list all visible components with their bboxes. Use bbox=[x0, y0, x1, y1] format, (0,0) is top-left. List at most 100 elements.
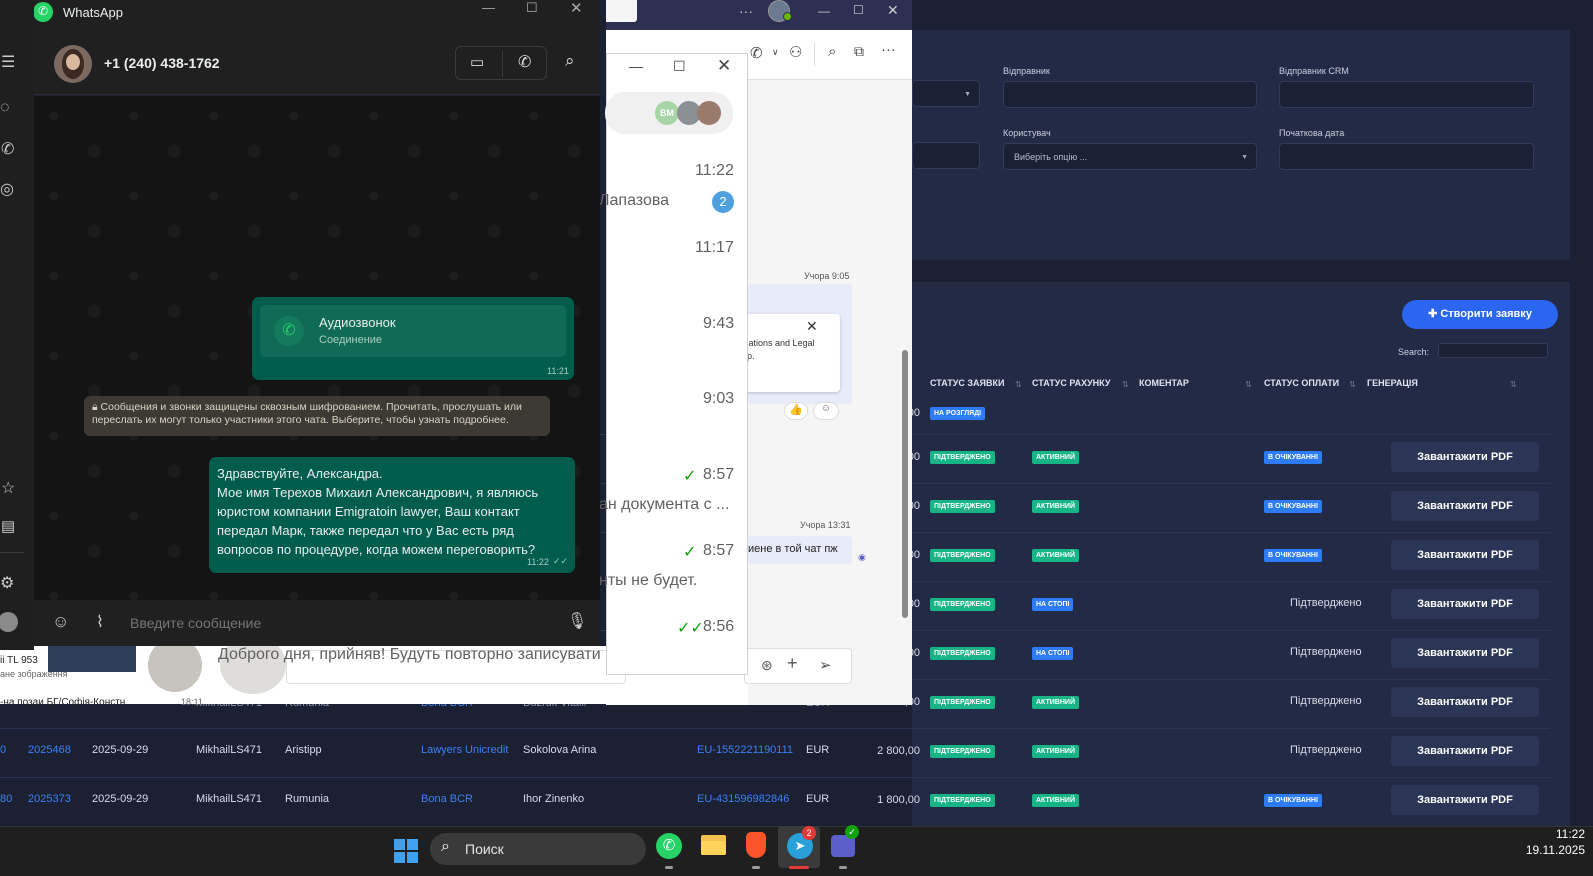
download-pdf-button[interactable]: Завантажити PDF bbox=[1391, 589, 1539, 619]
filter-user-select[interactable]: Виберіть опцію ... ▼ bbox=[1003, 143, 1257, 170]
col-header-payment-status[interactable]: СТАТУС ОПЛАТИ bbox=[1264, 378, 1339, 388]
status-badge: ПІДТВЕРДЖЕНО bbox=[930, 794, 995, 807]
close-icon[interactable]: ✕ bbox=[806, 318, 818, 335]
filter-select-partial[interactable]: ▼ bbox=[912, 80, 980, 107]
maximize-icon[interactable]: ☐ bbox=[673, 58, 686, 75]
maximize-icon[interactable]: ☐ bbox=[853, 3, 864, 17]
download-pdf-button[interactable]: Завантажити PDF bbox=[1391, 785, 1539, 815]
message-card[interactable]: ✕ lications and Legal hip. bbox=[740, 314, 840, 392]
filter-input-partial[interactable] bbox=[912, 142, 980, 169]
create-request-button[interactable]: ✚ Створити заявку bbox=[1402, 300, 1558, 329]
cell-iban[interactable]: EU-1552221190111 bbox=[697, 744, 793, 756]
group-avatar-pill[interactable]: BM bbox=[605, 92, 733, 134]
cell-iban[interactable]: EU-431596982846 bbox=[697, 793, 789, 805]
call-message-bubble[interactable]: ✆ Аудиозвонок Соединение 11:21 bbox=[252, 297, 574, 380]
avatar bbox=[697, 101, 721, 125]
check-icon: ✓ bbox=[683, 468, 697, 485]
call-card[interactable]: ✆ Аудиозвонок Соединение bbox=[260, 305, 566, 357]
cell-bank[interactable]: Lawyers Unicredit bbox=[421, 744, 508, 756]
status-icon[interactable]: ◎ bbox=[0, 179, 14, 199]
add-reaction-icon[interactable]: ☺ bbox=[813, 402, 839, 420]
add-people-icon[interactable]: ⚇ bbox=[789, 43, 802, 61]
microphone-icon[interactable]: 🎙︎ bbox=[567, 611, 587, 631]
table-search-input[interactable] bbox=[1438, 343, 1548, 358]
start-button[interactable] bbox=[394, 839, 418, 863]
cell-id[interactable]: 0 bbox=[0, 744, 6, 756]
col-header-comment[interactable]: КОМЕНТАР bbox=[1139, 378, 1189, 388]
col-header-invoice-status[interactable]: СТАТУС РАХУНКУ bbox=[1032, 378, 1110, 388]
close-icon[interactable]: ✕ bbox=[570, 0, 583, 17]
more-icon[interactable]: ··· bbox=[881, 41, 896, 58]
more-icon[interactable]: ··· bbox=[739, 3, 753, 19]
download-pdf-button[interactable]: Завантажити PDF bbox=[1391, 638, 1539, 668]
search-icon[interactable]: ⌕ bbox=[828, 43, 836, 60]
sort-icon[interactable]: ⇅ bbox=[1122, 380, 1129, 389]
sort-icon[interactable]: ⇅ bbox=[1245, 380, 1252, 389]
cell-bank[interactable]: Bona BCR bbox=[421, 793, 473, 805]
menu-icon[interactable]: ☰ bbox=[1, 52, 15, 72]
file-explorer-icon[interactable] bbox=[701, 835, 726, 855]
invoice-status-badge: НА СТОПІ bbox=[1032, 647, 1074, 660]
voice-call-icon[interactable]: ✆ bbox=[518, 52, 531, 72]
cell-date: 2025-09-29 bbox=[92, 793, 149, 805]
video-call-icon[interactable]: ▭ bbox=[470, 53, 484, 71]
sort-icon[interactable]: ⇅ bbox=[1510, 380, 1517, 389]
cell-number[interactable]: 2025373 bbox=[28, 793, 71, 805]
compose-box[interactable]: ⊛ + ➢ bbox=[744, 648, 852, 684]
filter-sender-crm-input[interactable] bbox=[1279, 81, 1534, 108]
close-icon[interactable]: ✕ bbox=[887, 2, 899, 19]
invoice-status-badge: АКТИВНИЙ bbox=[1032, 696, 1079, 709]
download-pdf-button[interactable]: Завантажити PDF bbox=[1391, 687, 1539, 717]
reaction-thumbs-icon[interactable]: 👍 bbox=[784, 402, 808, 420]
brave-browser-icon[interactable] bbox=[746, 832, 766, 858]
chevron-down-icon[interactable]: ∨ bbox=[772, 47, 779, 58]
col-header-generation[interactable]: ГЕНЕРАЦІЯ bbox=[1367, 378, 1418, 388]
minimize-icon[interactable]: — bbox=[818, 4, 830, 18]
encryption-text: Сообщения и звонки защищены сквозным шиф… bbox=[92, 401, 522, 426]
cell-id[interactable]: 80 bbox=[0, 793, 12, 805]
clock-date[interactable]: 19.11.2025 bbox=[1485, 843, 1585, 857]
settings-icon[interactable]: ⚙ bbox=[0, 573, 14, 593]
call-icon[interactable]: ✆ bbox=[750, 44, 763, 62]
sort-icon[interactable]: ⇅ bbox=[1015, 380, 1022, 389]
clock-time[interactable]: 11:22 bbox=[1505, 827, 1585, 841]
download-pdf-button[interactable]: Завантажити PDF bbox=[1391, 736, 1539, 766]
filter-sender-input[interactable] bbox=[1003, 81, 1257, 108]
plus-icon[interactable]: + bbox=[787, 653, 798, 674]
teams-list-item[interactable]: ii TL 953 ане зображення -на позаи БГ/Со… bbox=[0, 638, 228, 708]
minimize-icon[interactable]: — bbox=[629, 58, 643, 74]
whatsapp-taskbar-icon[interactable]: ✆ bbox=[656, 833, 682, 859]
archive-icon[interactable]: ▤ bbox=[1, 517, 15, 535]
emoji-icon[interactable]: ☺ bbox=[52, 612, 69, 632]
teams-search-edge[interactable] bbox=[606, 0, 637, 22]
filter-start-date-input[interactable] bbox=[1279, 143, 1534, 170]
message-input[interactable] bbox=[130, 610, 550, 636]
encryption-notice[interactable]: 🔒︎ Сообщения и звонки защищены сквозным … bbox=[84, 396, 550, 436]
download-pdf-button[interactable]: Завантажити PDF bbox=[1391, 491, 1539, 521]
teams-conversation: Учора 9:05 ✕ lications and Legal hip. 👍 … bbox=[740, 80, 912, 705]
outgoing-message-bubble[interactable]: Здравствуйте, Александра. Мое имя Терехо… bbox=[209, 457, 575, 573]
message-bubble[interactable]: иене в той чат пж bbox=[748, 536, 852, 564]
contact-name[interactable]: +1 (240) 438-1762 bbox=[104, 55, 220, 71]
search-icon[interactable]: ⌕ bbox=[565, 51, 575, 71]
profile-avatar[interactable] bbox=[0, 612, 18, 632]
contact-avatar[interactable] bbox=[54, 45, 92, 83]
download-pdf-button[interactable]: Завантажити PDF bbox=[1391, 442, 1539, 472]
taskbar-search[interactable]: ⌕ Поиск bbox=[430, 833, 646, 865]
cell-number[interactable]: 2025468 bbox=[28, 744, 71, 756]
col-header-request-status[interactable]: СТАТУС ЗАЯВКИ bbox=[930, 378, 1004, 388]
starred-icon[interactable]: ☆ bbox=[1, 478, 15, 498]
sort-icon[interactable]: ⇅ bbox=[1349, 380, 1356, 389]
scrollbar[interactable] bbox=[902, 350, 908, 618]
download-pdf-button[interactable]: Завантажити PDF bbox=[1391, 540, 1539, 570]
close-icon[interactable]: ✕ bbox=[717, 56, 731, 76]
send-icon[interactable]: ➢ bbox=[819, 656, 832, 674]
maximize-icon[interactable]: ☐ bbox=[526, 0, 538, 16]
minimize-icon[interactable]: — bbox=[482, 0, 495, 15]
chats-icon[interactable]: ◌ bbox=[0, 99, 10, 117]
loop-icon[interactable]: ⊛ bbox=[761, 657, 773, 674]
cell-date: 2025-09-29 bbox=[92, 744, 149, 756]
attach-icon[interactable]: ⌇ bbox=[96, 612, 104, 632]
popout-icon[interactable]: ⧉ bbox=[854, 43, 864, 60]
calls-icon[interactable]: ✆ bbox=[1, 139, 14, 159]
